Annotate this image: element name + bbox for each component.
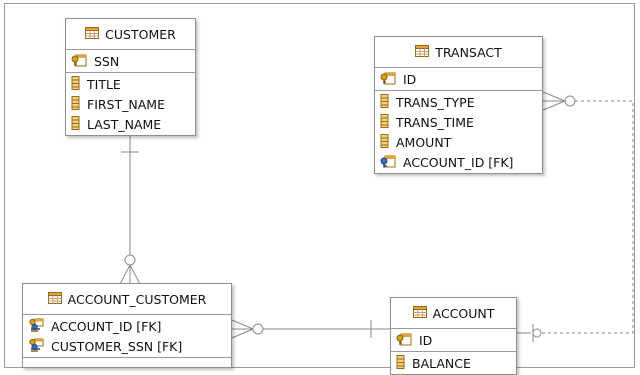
relationship-line xyxy=(541,100,634,334)
foreign-key-icon xyxy=(380,154,396,171)
column-row[interactable]: BALANCE xyxy=(391,353,516,373)
key-section: ID xyxy=(391,329,516,352)
entity-header: ACCOUNT_CUSTOMER xyxy=(23,284,231,315)
column-name: SSN xyxy=(94,53,120,69)
table-icon xyxy=(47,291,62,307)
column-icon xyxy=(71,115,80,133)
entity-account[interactable]: ACCOUNT ID BALANCE xyxy=(390,297,517,375)
column-row[interactable]: TRANS_TYPE xyxy=(375,92,542,112)
column-section: TRANS_TYPE TRANS_TIME AMOUNT ACCOUNT_ID … xyxy=(375,91,542,173)
zero-marker xyxy=(532,328,542,338)
column-name: TITLE xyxy=(87,76,121,92)
entity-customer[interactable]: CUSTOMER SSN TITLE FIRST_NAME LAST_NAME xyxy=(65,18,196,136)
column-row[interactable]: ID xyxy=(391,330,516,350)
column-name: LAST_NAME xyxy=(87,116,162,132)
entity-header: ACCOUNT xyxy=(391,298,516,329)
crowfoot-top xyxy=(542,91,566,102)
key-section: SSN xyxy=(66,50,195,73)
table-icon xyxy=(415,44,430,60)
zero-marker xyxy=(252,323,264,335)
primary-foreign-key-icon xyxy=(28,318,44,335)
column-row[interactable]: LAST_NAME xyxy=(66,114,195,134)
column-section xyxy=(23,358,231,372)
crowfoot-left xyxy=(119,264,131,285)
zero-marker xyxy=(564,95,576,107)
primary-key-icon xyxy=(71,53,87,70)
primary-key-icon xyxy=(396,332,412,349)
relationship-customer-account-customer[interactable] xyxy=(119,132,141,285)
primary-key-icon xyxy=(380,71,396,88)
column-row[interactable]: ACCOUNT_ID [FK] xyxy=(375,152,542,172)
column-row[interactable]: AMOUNT xyxy=(375,132,542,152)
column-row[interactable]: TRANS_TIME xyxy=(375,112,542,132)
relationship-account-account-customer[interactable] xyxy=(231,319,390,339)
entity-header: TRANSACT xyxy=(375,37,542,68)
column-icon xyxy=(396,354,405,372)
crowfoot-bottom xyxy=(231,328,254,339)
column-icon xyxy=(380,113,389,131)
table-icon xyxy=(85,26,100,42)
key-section: ACCOUNT_ID [FK] CUSTOMER_SSN [FK] xyxy=(23,315,231,358)
zero-marker xyxy=(124,254,136,266)
column-name: ACCOUNT_ID [FK] xyxy=(403,154,514,170)
key-section: ID xyxy=(375,68,542,91)
column-row[interactable]: ID xyxy=(375,69,542,89)
entity-account-customer[interactable]: ACCOUNT_CUSTOMER ACCOUNT_ID [FK] CUSTOME… xyxy=(22,283,232,368)
column-row[interactable]: TITLE xyxy=(66,74,195,94)
primary-foreign-key-icon xyxy=(28,338,44,355)
column-row[interactable]: CUSTOMER_SSN [FK] xyxy=(23,336,231,356)
column-name: CUSTOMER_SSN [FK] xyxy=(51,338,183,354)
column-name: TRANS_TIME xyxy=(396,114,474,130)
entity-transact[interactable]: TRANSACT ID TRANS_TYPE TRANS_TIME AMOUNT… xyxy=(374,36,543,174)
column-name: FIRST_NAME xyxy=(87,96,165,112)
column-name: ID xyxy=(403,71,417,87)
column-name: ACCOUNT_ID [FK] xyxy=(51,318,162,334)
column-icon xyxy=(71,95,80,113)
column-row[interactable]: ACCOUNT_ID [FK] xyxy=(23,316,231,336)
crowfoot-right xyxy=(129,264,141,285)
entity-title: ACCOUNT_CUSTOMER xyxy=(67,291,207,307)
column-name: AMOUNT xyxy=(396,134,452,150)
crowfoot-bottom xyxy=(542,100,566,111)
column-section: BALANCE xyxy=(391,352,516,374)
entity-header: CUSTOMER xyxy=(66,19,195,50)
column-row[interactable]: FIRST_NAME xyxy=(66,94,195,114)
column-name: TRANS_TYPE xyxy=(396,94,475,110)
column-section: TITLE FIRST_NAME LAST_NAME xyxy=(66,73,195,135)
entity-title: ACCOUNT xyxy=(432,305,495,321)
column-icon xyxy=(380,133,389,151)
table-icon xyxy=(412,305,427,321)
entity-title: TRANSACT xyxy=(435,44,502,60)
column-icon xyxy=(380,93,389,111)
column-icon xyxy=(71,75,80,93)
crowfoot-top xyxy=(231,319,254,330)
column-name: BALANCE xyxy=(412,355,471,371)
column-name: ID xyxy=(419,332,433,348)
entity-title: CUSTOMER xyxy=(105,26,176,42)
column-row[interactable]: SSN xyxy=(66,51,195,71)
